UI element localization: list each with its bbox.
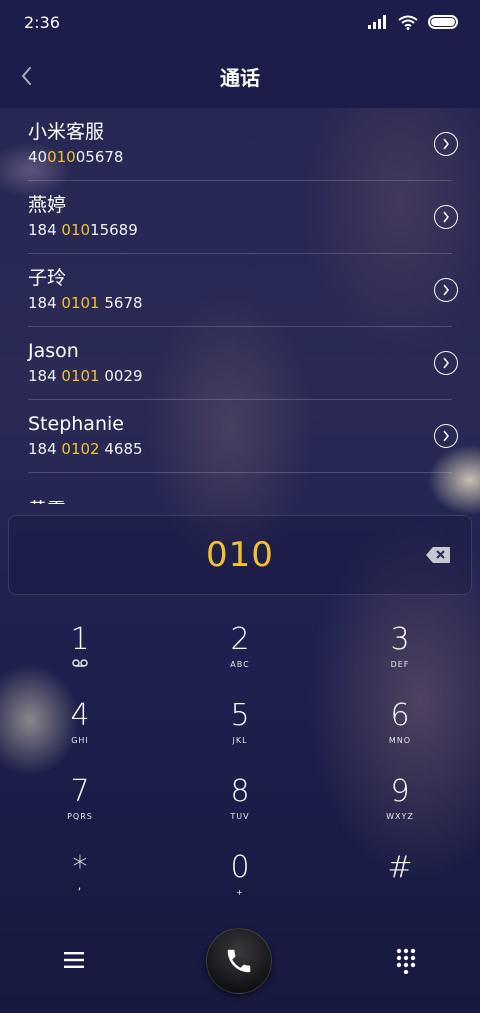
key-0[interactable]: 0 + xyxy=(160,840,320,916)
call-button[interactable] xyxy=(206,928,272,994)
voicemail-icon xyxy=(72,659,88,667)
key-digit: 0 xyxy=(230,850,250,885)
key-4[interactable]: 4 GHI xyxy=(0,688,160,764)
contact-detail-button[interactable] xyxy=(434,351,458,375)
contact-name: Jason xyxy=(28,340,79,362)
back-button[interactable] xyxy=(8,58,44,94)
key-digit: 8 xyxy=(230,774,250,809)
chevron-right-icon xyxy=(443,211,449,223)
key-letters: DEF xyxy=(390,660,410,669)
key-3[interactable]: 3 DEF xyxy=(320,612,480,688)
chevron-right-icon xyxy=(443,430,449,442)
contact-number: 184 01015689 xyxy=(28,221,138,239)
key-letters: MNO xyxy=(388,736,412,745)
contact-number: 4001005678 xyxy=(28,148,124,166)
contact-name: Stephanie xyxy=(28,413,124,435)
contact-detail-button[interactable] xyxy=(434,278,458,302)
menu-button[interactable] xyxy=(56,945,92,975)
key-digit: # xyxy=(387,850,413,885)
key-1[interactable]: 1 xyxy=(0,612,160,688)
matched-digits: 010 xyxy=(61,221,91,239)
dial-input-field[interactable]: 010 xyxy=(8,515,472,595)
contact-name: 子玲 xyxy=(28,267,67,289)
contact-row[interactable]: Jason 184 0101 0029 xyxy=(28,327,458,400)
contact-suggestion-list[interactable]: 小米客服 4001005678 燕婷 184 01015689 子玲 184 0… xyxy=(0,108,480,504)
chevron-right-icon xyxy=(443,284,449,296)
key-letters: ABC xyxy=(230,660,250,669)
key-9[interactable]: 9 WXYZ xyxy=(320,764,480,840)
key-digit: 2 xyxy=(230,622,250,657)
key-digit: 3 xyxy=(390,622,410,657)
key-digit: 5 xyxy=(230,698,250,733)
contact-name: 燕婷 xyxy=(28,194,67,216)
key-letters: JKL xyxy=(232,736,248,745)
contact-row[interactable]: Stephanie 184 0102 4685 xyxy=(28,400,458,473)
backspace-button[interactable] xyxy=(421,538,455,572)
battery-icon xyxy=(428,15,458,29)
chevron-right-icon xyxy=(443,357,449,369)
status-bar: 2:36 xyxy=(0,0,480,44)
matched-digits: 010 xyxy=(47,148,76,166)
wifi-icon xyxy=(398,15,418,30)
menu-icon xyxy=(64,952,84,968)
matched-digits: 0101 xyxy=(61,294,100,312)
status-time: 2:36 xyxy=(24,12,60,32)
contact-number: 184 0101 0029 xyxy=(28,367,143,385)
contact-row[interactable]: 黄霞 xyxy=(28,473,452,505)
key-letters: WXYZ xyxy=(386,812,414,821)
dial-keypad: 1 2 ABC 3 DEF 4 GHI 5 JKL 6 MNO 7 PQRS 8… xyxy=(0,612,480,912)
key-digit: 9 xyxy=(390,774,410,809)
dial-input-value: 010 xyxy=(206,535,274,575)
contact-detail-button[interactable] xyxy=(434,424,458,448)
chevron-right-icon xyxy=(443,138,449,150)
dialpad-icon xyxy=(396,948,416,974)
matched-digits: 0101 xyxy=(61,367,100,385)
chevron-left-icon xyxy=(21,67,31,85)
key-letters: PQRS xyxy=(67,812,93,821)
key-digit: 7 xyxy=(70,774,90,809)
contact-row[interactable]: 小米客服 4001005678 xyxy=(28,108,458,181)
key-hash[interactable]: # xyxy=(320,840,480,916)
bottom-action-bar xyxy=(0,925,480,995)
key-letters: + xyxy=(236,888,244,897)
key-letters: TUV xyxy=(230,812,250,821)
contact-detail-button[interactable] xyxy=(434,132,458,156)
page-header: 通话 xyxy=(0,44,480,108)
matched-digits: 0102 xyxy=(61,440,100,458)
contact-row[interactable]: 子玲 184 0101 5678 xyxy=(28,254,458,327)
contact-detail-button[interactable] xyxy=(434,205,458,229)
status-icons xyxy=(368,15,458,30)
key-digit: 1 xyxy=(70,622,90,657)
key-7[interactable]: 7 PQRS xyxy=(0,764,160,840)
signal-icon xyxy=(368,15,386,29)
contact-number: 184 0102 4685 xyxy=(28,440,143,458)
keypad-toggle-button[interactable] xyxy=(388,943,424,979)
phone-icon xyxy=(227,949,251,973)
backspace-icon xyxy=(426,547,450,563)
key-star[interactable]: * , xyxy=(0,840,160,916)
contact-name: 小米客服 xyxy=(28,121,105,143)
key-letters: , xyxy=(77,878,83,892)
contact-number: 184 0101 5678 xyxy=(28,294,143,312)
contact-name: 黄霞 xyxy=(28,498,452,505)
key-6[interactable]: 6 MNO xyxy=(320,688,480,764)
key-digit: 4 xyxy=(70,698,90,733)
page-title: 通话 xyxy=(220,65,260,90)
key-letters: GHI xyxy=(71,736,89,745)
key-digit: 6 xyxy=(390,698,410,733)
key-5[interactable]: 5 JKL xyxy=(160,688,320,764)
key-8[interactable]: 8 TUV xyxy=(160,764,320,840)
contact-row[interactable]: 燕婷 184 01015689 xyxy=(28,181,458,254)
key-2[interactable]: 2 ABC xyxy=(160,612,320,688)
